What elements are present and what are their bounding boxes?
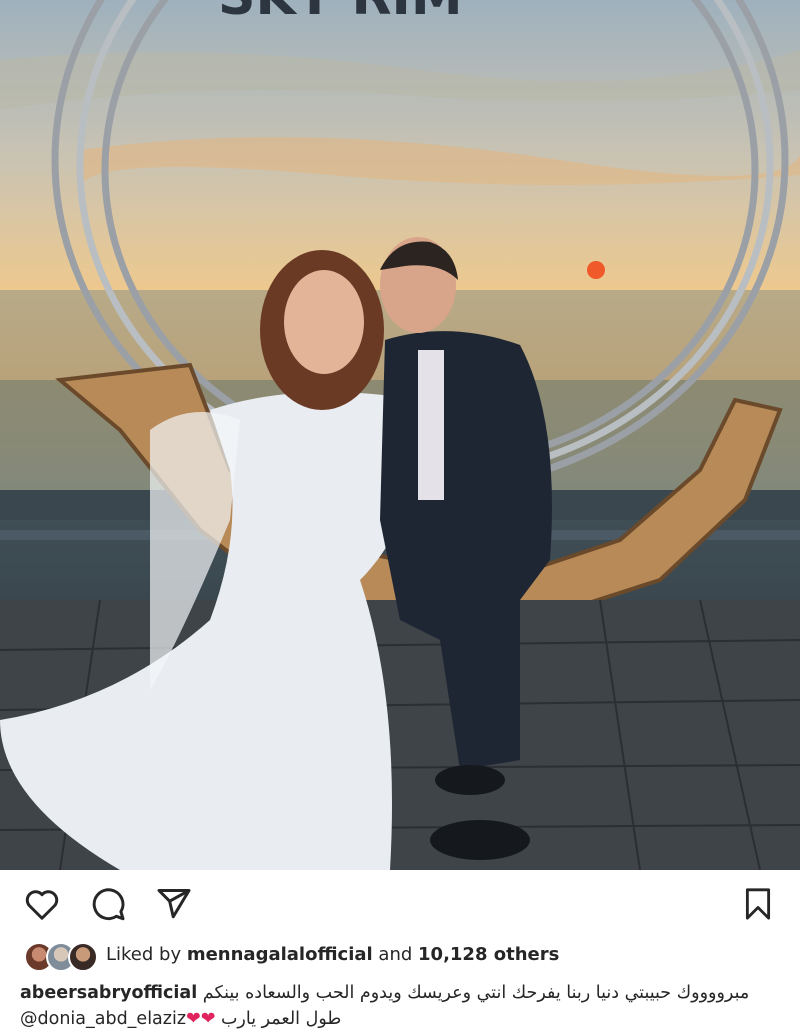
liker-avatars[interactable] — [24, 942, 98, 972]
likes-count[interactable]: 10,128 others — [418, 944, 559, 965]
save-button[interactable] — [738, 884, 778, 924]
heart-outline-icon — [25, 890, 59, 920]
sign-text: SKY RIM — [218, 0, 463, 27]
bookmark-icon — [745, 888, 771, 920]
sun — [587, 261, 605, 279]
likes-summary[interactable]: Liked by mennagalalofficial and 10,128 o… — [106, 944, 559, 965]
comment-bubble-icon — [92, 888, 125, 921]
avatar — [68, 942, 98, 972]
liker-username[interactable]: mennagalalofficial — [187, 944, 373, 965]
comment-button[interactable] — [88, 884, 128, 924]
caption-text: مبرووووك حبيبتي دنيا ربنا يفرحك انتي وعر… — [202, 983, 750, 1003]
caption-text-2: طول العمر يارب — [220, 1009, 342, 1029]
share-button[interactable] — [154, 884, 194, 924]
paper-plane-icon — [157, 889, 191, 919]
caption-line-1: abeersabryofficial مبرووووك حبيبتي دنيا … — [20, 980, 780, 1006]
post-photo[interactable]: SKY RIM — [0, 0, 800, 870]
photo-illustration: SKY RIM — [0, 0, 800, 870]
caption-username[interactable]: abeersabryofficial — [20, 983, 197, 1003]
caption-line-2: @donia_abd_elaziz❤❤ طول العمر يارب — [20, 1006, 780, 1032]
post-action-bar — [0, 872, 800, 936]
likes-middle: and — [372, 944, 419, 965]
likes-row: Liked by mennagalalofficial and 10,128 o… — [0, 938, 800, 976]
heart-emoji-icon: ❤❤ — [186, 1009, 216, 1029]
likes-prefix: Liked by — [106, 944, 187, 965]
caption-mention[interactable]: @donia_abd_elaziz — [20, 1009, 186, 1029]
like-button[interactable] — [22, 884, 62, 924]
post-caption: abeersabryofficial مبرووووك حبيبتي دنيا … — [20, 980, 780, 1032]
